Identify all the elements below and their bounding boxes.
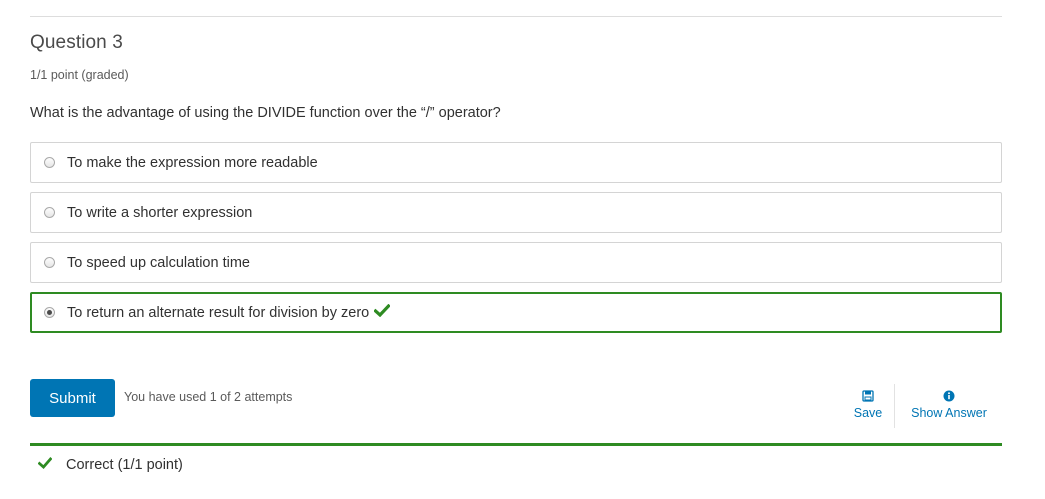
question-prompt: What is the advantage of using the DIVID… bbox=[30, 105, 501, 121]
choice-label: To make the expression more readable bbox=[67, 154, 318, 171]
radio-button[interactable] bbox=[44, 207, 55, 218]
save-button[interactable]: Save bbox=[848, 390, 888, 420]
question-title: Question 3 bbox=[30, 32, 123, 53]
checkmark-icon bbox=[37, 456, 53, 474]
show-answer-label: Show Answer bbox=[911, 406, 987, 420]
submit-button[interactable]: Submit bbox=[30, 379, 115, 417]
choice-option-3[interactable]: To speed up calculation time bbox=[30, 242, 1002, 283]
choice-option-2[interactable]: To write a shorter expression bbox=[30, 192, 1002, 233]
floppy-disk-icon bbox=[848, 390, 888, 404]
choice-label: To speed up calculation time bbox=[67, 254, 250, 271]
problem-page: Question 3 1/1 point (graded) What is th… bbox=[0, 0, 1045, 499]
result-text: Correct (1/1 point) bbox=[66, 457, 183, 473]
top-divider bbox=[30, 16, 1002, 17]
result-status: Correct (1/1 point) bbox=[37, 456, 183, 474]
radio-dot bbox=[47, 310, 52, 315]
checkmark-icon bbox=[373, 303, 391, 322]
choice-option-1[interactable]: To make the expression more readable bbox=[30, 142, 1002, 183]
radio-button[interactable] bbox=[44, 157, 55, 168]
radio-button[interactable] bbox=[44, 257, 55, 268]
question-points: 1/1 point (graded) bbox=[30, 68, 129, 82]
attempts-text: You have used 1 of 2 attempts bbox=[124, 390, 293, 404]
info-circle-icon bbox=[905, 390, 993, 404]
save-label: Save bbox=[853, 406, 883, 420]
choice-option-4[interactable]: To return an alternate result for divisi… bbox=[30, 292, 1002, 333]
show-answer-button[interactable]: Show Answer bbox=[905, 390, 993, 420]
radio-button-selected[interactable] bbox=[44, 307, 55, 318]
action-divider bbox=[894, 384, 895, 428]
choice-label: To write a shorter expression bbox=[67, 204, 253, 221]
choice-label: To return an alternate result for divisi… bbox=[67, 304, 370, 321]
choice-list: To make the expression more readable To … bbox=[30, 142, 1002, 342]
result-divider bbox=[30, 443, 1002, 446]
